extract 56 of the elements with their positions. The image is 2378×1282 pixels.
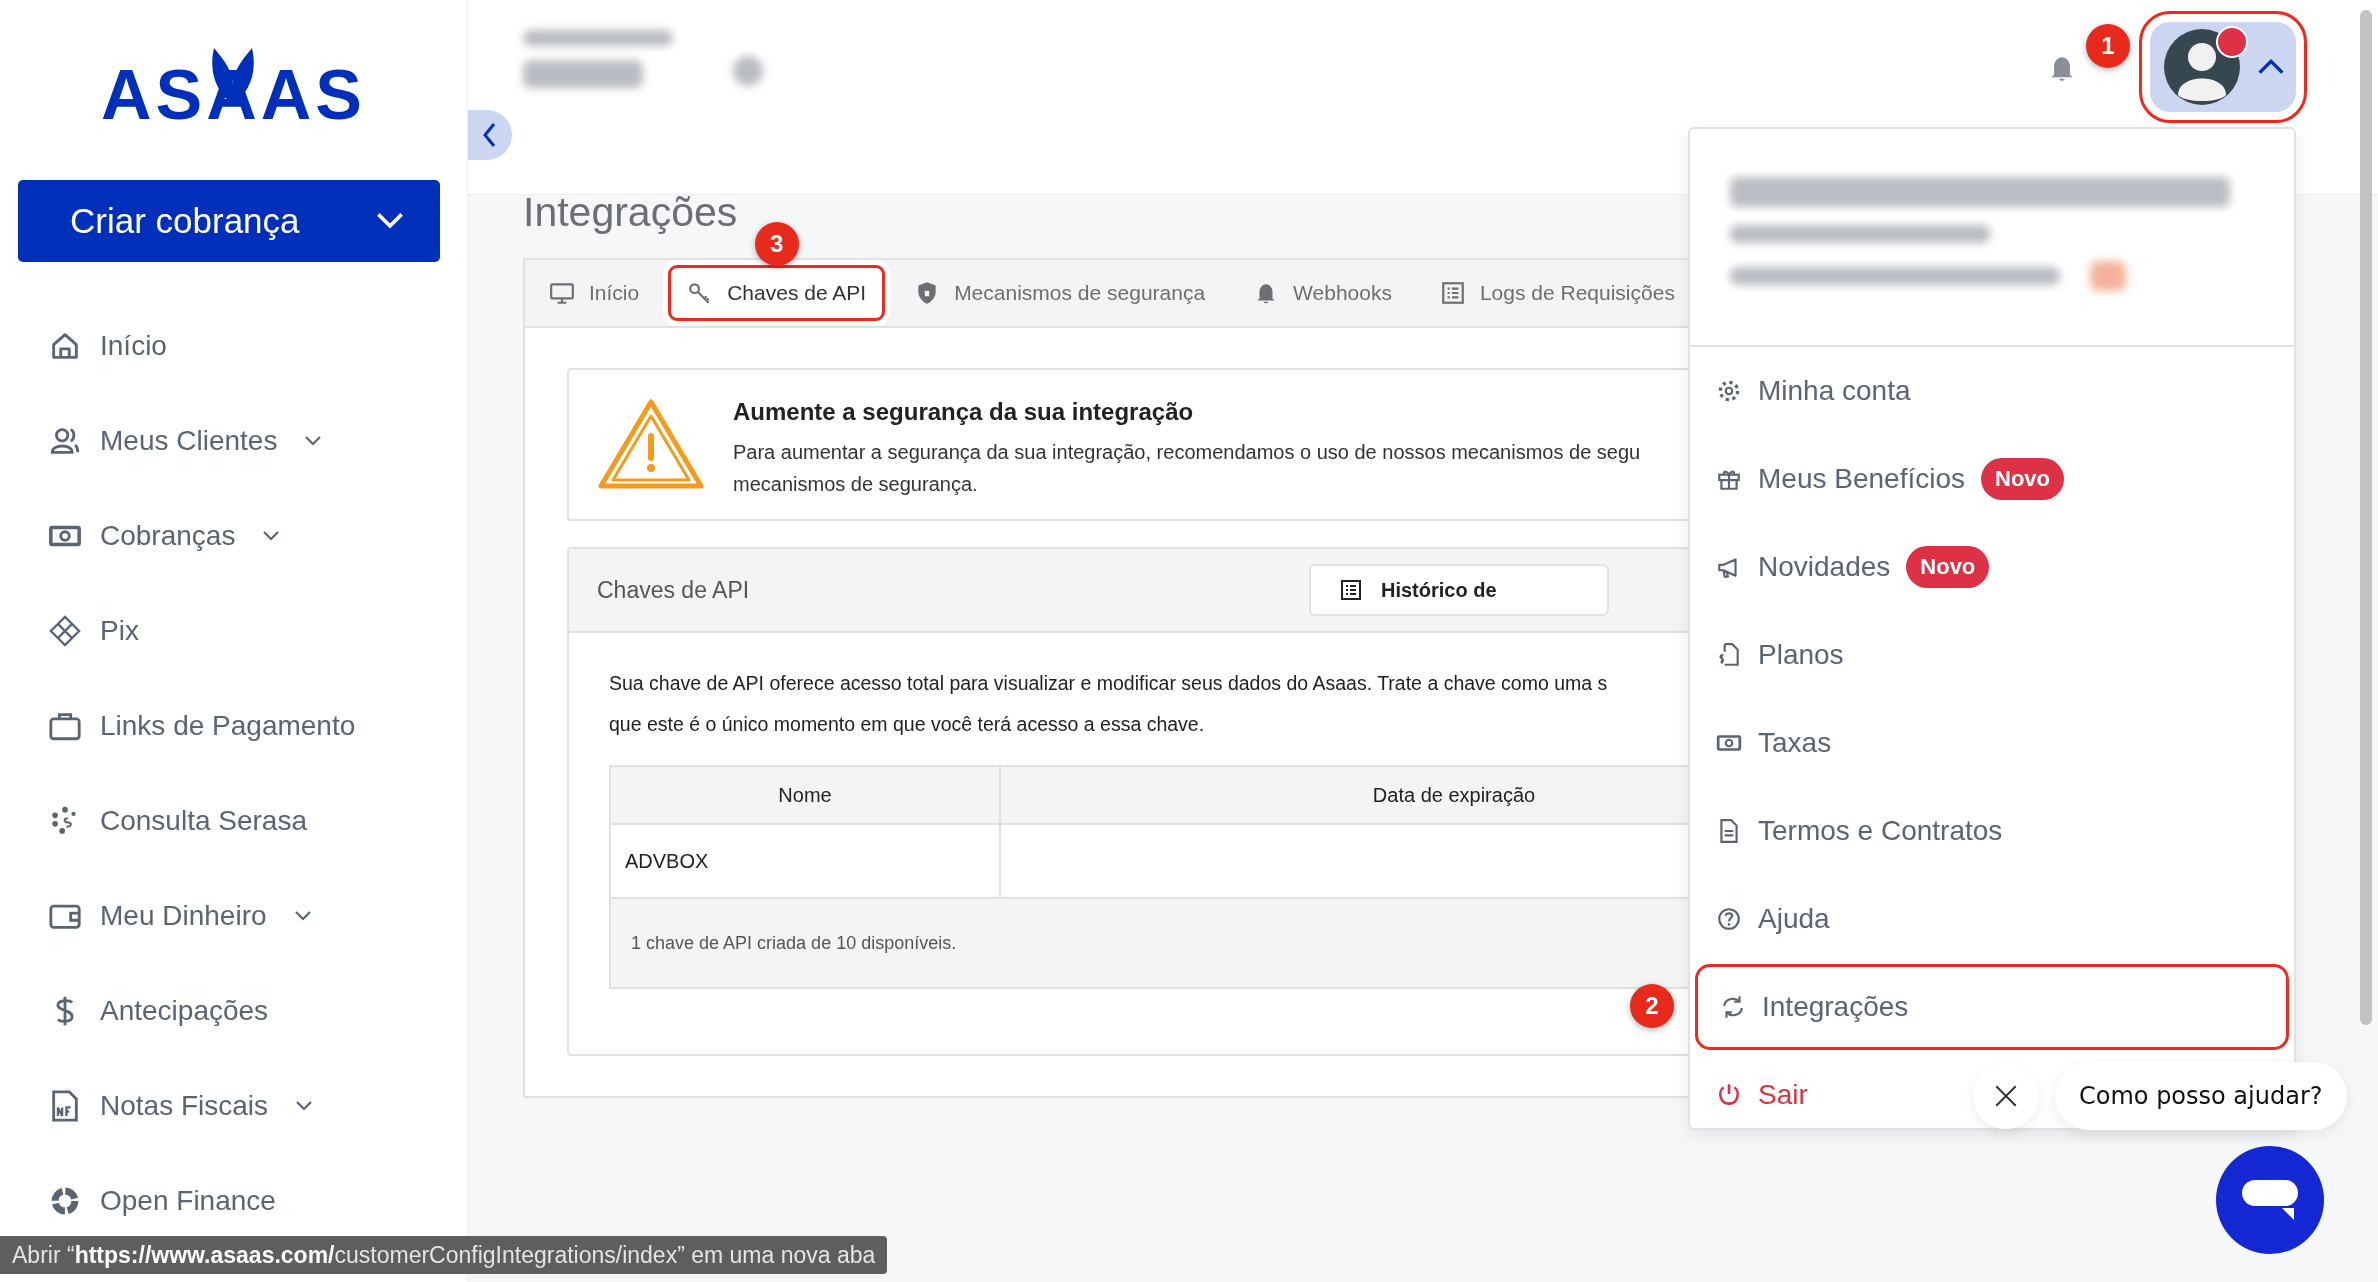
new-badge: Novo <box>1981 458 2064 500</box>
url-tooltip: Abrir “https://www.asaas.com/customerConfigIntegrations/index” em uma nova aba <box>0 1236 888 1274</box>
section-title: Chaves de API <box>597 576 750 604</box>
menu-item[interactable]: Sair <box>1690 1051 1828 1139</box>
description-text: Sua chave de API oferece acesso total para visualizar e modificar seus dados do Asaas. Trate a chave como uma s <box>609 671 1609 696</box>
sidebar-item[interactable]: Cobranças <box>0 488 467 583</box>
tab[interactable]: Logs de Requisições <box>1415 260 1689 326</box>
create-charge-button[interactable]: Criar cobrança <box>18 180 440 262</box>
menu-item[interactable]: Integrações <box>1694 963 2290 1051</box>
sidebar-item[interactable]: Links de Pagamento <box>0 678 467 773</box>
help-icon <box>1716 906 1742 932</box>
refresh-icon <box>1720 994 1746 1020</box>
tab[interactable]: Webhooks <box>1229 260 1416 326</box>
menu-item[interactable]: Ajuda <box>1690 875 1850 963</box>
new-badge: Novo <box>1906 546 1990 588</box>
column-header: Data de expiração <box>1000 766 1689 824</box>
column-header: Nome <box>610 766 1000 824</box>
chat-prompt: Como posso ajudar? <box>2055 1062 2347 1130</box>
step-marker: 3 <box>754 222 799 266</box>
document-icon <box>1716 642 1742 668</box>
menu-item[interactable]: Novidades Novo <box>1690 523 2010 611</box>
sidebar-item[interactable]: Meus Clientes <box>0 393 467 488</box>
description-text: que este é o único momento em que você terá acesso a essa chave. <box>609 712 1206 737</box>
menu-item[interactable]: Planos <box>1690 611 1864 699</box>
sidebar-item[interactable]: Consulta Serasa <box>0 773 467 868</box>
monitor-icon <box>549 280 575 306</box>
settings-icon <box>1716 378 1742 404</box>
collapse-button[interactable] <box>468 110 512 160</box>
redacted-icon <box>2090 261 2126 291</box>
chat-icon <box>2240 1178 2300 1222</box>
alert-text: Para aumentar a segurança da sua integração, recomendamos o uso de nossos mecanismos de segu <box>733 440 1641 465</box>
diamond-icon <box>48 613 82 648</box>
sidebar-item[interactable]: Antecipações <box>0 963 467 1058</box>
power-icon <box>1716 1082 1742 1108</box>
sidebar-item[interactable]: Notas Fiscais <box>0 1058 467 1153</box>
menu-item[interactable]: Minha conta <box>1690 347 1931 435</box>
tab[interactable]: Chaves de API <box>663 260 891 326</box>
alert-title: Aumente a segurança da sua integração <box>733 398 1195 426</box>
list-icon <box>1339 578 1363 602</box>
warning-icon <box>597 398 705 490</box>
redacted-icon <box>733 56 763 86</box>
menu-item[interactable]: Termos e Contratos <box>1690 787 2023 875</box>
list-icon <box>1439 280 1466 306</box>
tab[interactable]: Mecanismos de segurança <box>890 260 1230 326</box>
sidebar-item[interactable]: Início <box>0 298 467 393</box>
sidebar-item[interactable]: Pix <box>0 583 467 678</box>
page-title: Integrações <box>523 195 739 236</box>
tab[interactable]: Início <box>525 260 664 326</box>
menu-item[interactable]: Meus Benefícios Novo <box>1690 435 2084 523</box>
alert-text: mecanismos de segurança. <box>733 472 979 497</box>
menu-item[interactable]: Taxas <box>1690 699 1852 787</box>
history-button[interactable]: Histórico de <box>1309 564 1609 616</box>
scrollbar[interactable] <box>2360 10 2372 1025</box>
close-icon <box>1993 1083 2019 1109</box>
sidebar-item[interactable]: Meu Dinheiro <box>0 868 467 963</box>
table-footer: 1 chave de API criada de 10 disponíveis. <box>610 898 1689 988</box>
